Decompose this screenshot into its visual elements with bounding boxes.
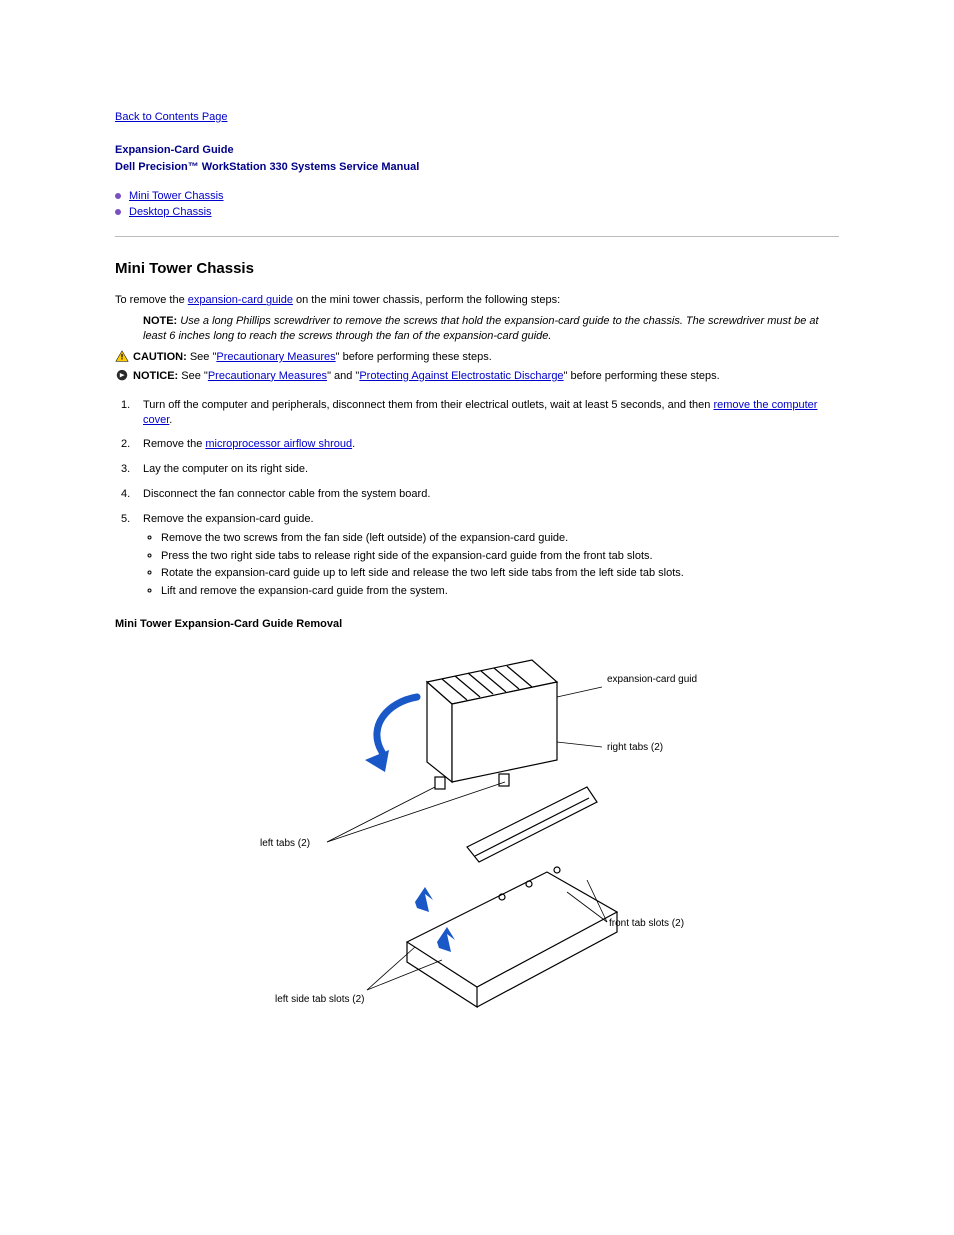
- back-to-contents-link[interactable]: Back to Contents Page: [115, 111, 228, 123]
- figure: expansion-card guide right tabs (2) left…: [115, 642, 839, 1027]
- label-guide: expansion-card guide: [607, 674, 697, 685]
- label-front-slots: front tab slots (2): [609, 918, 684, 929]
- step-5b: Press the two right side tabs to release…: [161, 549, 839, 564]
- figure-caption: Mini Tower Expansion-Card Guide Removal: [115, 617, 839, 632]
- expansion-card-guide-link[interactable]: expansion-card guide: [188, 294, 293, 306]
- label-left-tabs: left tabs (2): [260, 838, 310, 849]
- divider: [115, 236, 839, 237]
- intro-text: To remove the expansion-card guide on th…: [115, 293, 839, 308]
- label-left-slots: left side tab slots (2): [275, 994, 364, 1005]
- expansion-card-guide-diagram: expansion-card guide right tabs (2) left…: [257, 642, 697, 1022]
- step-3: Lay the computer on its right side.: [115, 462, 839, 477]
- precautionary-measures-link[interactable]: Precautionary Measures: [216, 351, 335, 363]
- notice-row: NOTICE: See "Precautionary Measures" and…: [115, 369, 839, 384]
- steps-list: Turn off the computer and peripherals, d…: [115, 398, 839, 599]
- bullet-icon: [115, 209, 121, 215]
- page-subtitle: Dell Precision™ WorkStation 330 Systems …: [115, 160, 839, 175]
- notice-icon: [115, 369, 129, 382]
- precautionary-measures-link-2[interactable]: Precautionary Measures: [208, 370, 327, 382]
- esd-link[interactable]: Protecting Against Electrostatic Dischar…: [359, 370, 563, 382]
- note-paragraph: NOTE: Use a long Phillips screwdriver to…: [143, 314, 839, 344]
- airflow-shroud-link[interactable]: microprocessor airflow shroud: [205, 438, 352, 450]
- bullet-icon: [115, 193, 121, 199]
- caution-icon: [115, 350, 129, 363]
- section-heading: Mini Tower Chassis: [115, 259, 839, 279]
- step-5c: Rotate the expansion-card guide up to le…: [161, 566, 839, 581]
- page-title: Expansion-Card Guide: [115, 143, 839, 158]
- toc-link-minitower[interactable]: Mini Tower Chassis: [129, 190, 224, 202]
- step-5a: Remove the two screws from the fan side …: [161, 531, 839, 546]
- toc-item: Desktop Chassis: [115, 205, 839, 220]
- step-5: Remove the expansion-card guide. Remove …: [115, 512, 839, 599]
- caution-row: CAUTION: See "Precautionary Measures" be…: [115, 350, 839, 365]
- toc-link-desktop[interactable]: Desktop Chassis: [129, 206, 212, 218]
- toc-item: Mini Tower Chassis: [115, 189, 839, 204]
- step-5d: Lift and remove the expansion-card guide…: [161, 584, 839, 599]
- step-4: Disconnect the fan connector cable from …: [115, 487, 839, 502]
- label-right-tabs: right tabs (2): [607, 742, 663, 753]
- step-1: Turn off the computer and peripherals, d…: [115, 398, 839, 428]
- step-2: Remove the microprocessor airflow shroud…: [115, 437, 839, 452]
- toc-list: Mini Tower Chassis Desktop Chassis: [115, 189, 839, 221]
